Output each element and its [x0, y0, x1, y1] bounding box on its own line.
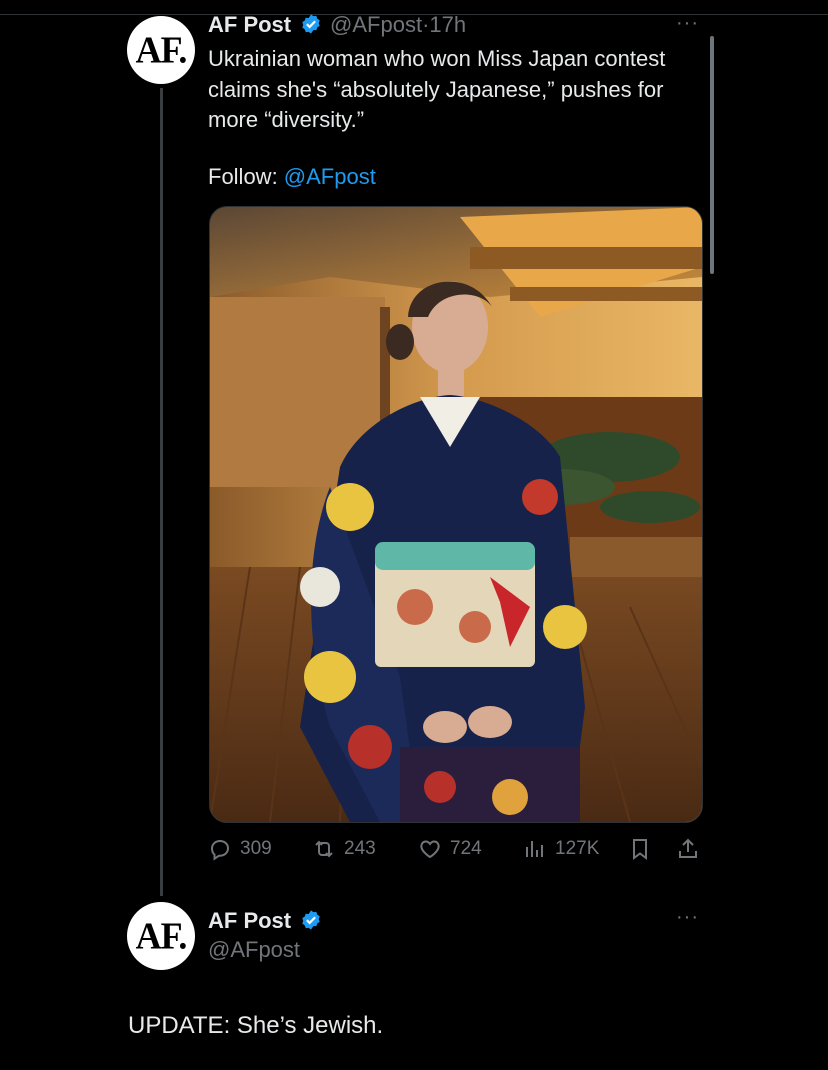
- share-button[interactable]: [676, 834, 700, 864]
- tweet-text-line: Ukrainian woman who won Miss Japan conte…: [208, 46, 666, 71]
- reply-button[interactable]: 309: [208, 834, 272, 864]
- views-count: 127K: [555, 838, 600, 859]
- avatar[interactable]: AF.: [127, 902, 195, 970]
- like-button[interactable]: 724: [418, 834, 482, 864]
- author-name[interactable]: AF Post: [208, 908, 291, 933]
- reply-count: 309: [240, 838, 272, 859]
- avatar-text: AF.: [135, 915, 188, 957]
- follow-line: Follow: @AFpost: [208, 164, 376, 190]
- views-button[interactable]: 127K: [523, 834, 599, 864]
- tweet-header: AF Post: [208, 908, 322, 934]
- views-icon: [526, 841, 543, 857]
- bookmark-icon: [633, 839, 647, 860]
- author-name[interactable]: AF Post: [208, 12, 291, 37]
- verified-badge-icon: [301, 14, 320, 34]
- repost-button[interactable]: 243: [312, 834, 376, 864]
- tweet-text-line: claims she's “absolutely Japanese,” push…: [208, 76, 664, 102]
- repost-count: 243: [344, 838, 376, 859]
- reply-icon: [210, 839, 230, 861]
- more-icon[interactable]: ···: [676, 12, 699, 35]
- verified-badge-icon: [301, 910, 320, 930]
- tweet-header: AF Post @AFpost·17h: [208, 12, 466, 38]
- tweet-actions: 309 243 724 127K: [208, 834, 708, 866]
- bookmark-button[interactable]: [628, 834, 652, 864]
- follow-handle-link[interactable]: @AFpost: [284, 164, 376, 189]
- tweet-text-line: more “diversity.”: [208, 107, 365, 132]
- thread-connector-line: [160, 88, 163, 896]
- share-icon: [679, 838, 697, 858]
- like-count: 724: [450, 838, 482, 859]
- like-icon: [420, 840, 440, 859]
- author-handle[interactable]: @AFpost: [330, 12, 422, 37]
- author-handle[interactable]: @AFpost: [208, 937, 300, 963]
- avatar[interactable]: AF.: [127, 16, 195, 84]
- repost-icon: [315, 840, 333, 858]
- avatar-text: AF.: [135, 29, 188, 71]
- follow-label: Follow:: [208, 164, 284, 189]
- more-icon[interactable]: ···: [676, 906, 699, 929]
- photo-kimono-woman: [210, 207, 702, 822]
- timestamp[interactable]: 17h: [429, 12, 466, 37]
- tweet-photo[interactable]: [209, 206, 703, 823]
- scrollbar[interactable]: [710, 36, 714, 274]
- tweet-body: Ukrainian woman who won Miss Japan conte…: [208, 44, 708, 136]
- tweet-text: UPDATE: She’s Jewish.: [128, 1012, 384, 1039]
